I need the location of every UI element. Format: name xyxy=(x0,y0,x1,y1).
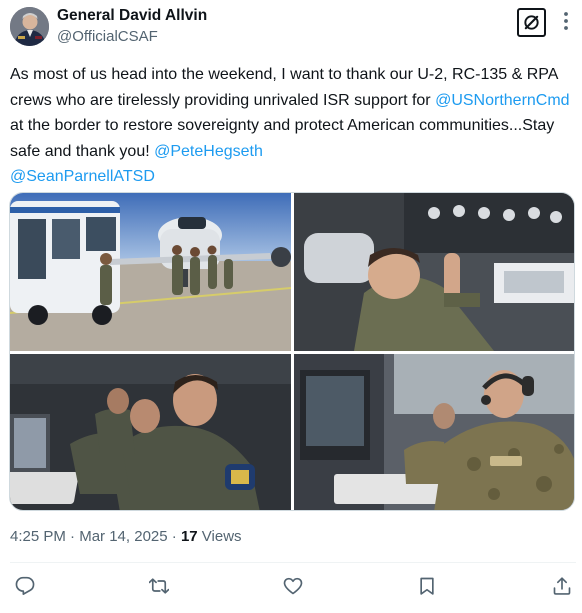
retweet-icon xyxy=(149,578,169,594)
photo-isr-operators[interactable] xyxy=(10,354,291,510)
tweet-time[interactable]: 4:25 PM xyxy=(10,528,66,545)
retweet-button[interactable] xyxy=(148,575,170,597)
share-icon xyxy=(553,577,571,595)
views-count: 17 xyxy=(180,528,198,545)
meta-separator: · xyxy=(167,528,181,545)
mention-seanparnellatsd[interactable]: @SeanParnellATSD xyxy=(10,168,155,185)
mention-petehegseth[interactable]: @PeteHegseth xyxy=(154,143,263,160)
more-vertical-icon xyxy=(564,12,568,30)
views-label: Views xyxy=(197,528,242,545)
tweet-text-part: at the border to restore sovereignty and… xyxy=(10,117,555,160)
heart-icon xyxy=(283,577,303,595)
reply-button[interactable] xyxy=(14,575,36,597)
photo-isr-operators-icon xyxy=(10,354,291,510)
author-name[interactable]: General David Allvin xyxy=(57,7,207,25)
photo-cockpit-crew[interactable] xyxy=(294,193,574,351)
like-button[interactable] xyxy=(282,575,304,597)
media-grid xyxy=(9,192,575,511)
tweet-meta: 4:25 PM · Mar 14, 2025 · 17 Views xyxy=(10,528,242,545)
reply-icon xyxy=(15,576,35,595)
meta-separator: · xyxy=(65,528,80,545)
bookmark-button[interactable] xyxy=(416,575,438,597)
photo-console-operators-icon xyxy=(294,354,574,510)
more-options-button[interactable] xyxy=(556,9,576,33)
photo-console-operators[interactable] xyxy=(294,354,574,510)
divider xyxy=(10,562,576,563)
grok-button[interactable] xyxy=(517,8,546,37)
tweet-date[interactable]: Mar 14, 2025 xyxy=(79,528,167,545)
photo-cockpit-crew-icon xyxy=(294,193,574,351)
tweet-card: General David Allvin @OfficialCSAF As mo… xyxy=(0,0,582,613)
tweet-text: As most of us head into the weekend, I w… xyxy=(10,62,576,190)
grok-icon xyxy=(524,15,539,30)
avatar[interactable] xyxy=(10,7,49,46)
bookmark-icon xyxy=(420,577,434,595)
avatar-portrait-icon xyxy=(10,7,49,46)
photo-aircraft-ramp[interactable] xyxy=(10,193,291,351)
share-button[interactable] xyxy=(551,575,573,597)
author-handle[interactable]: @OfficialCSAF xyxy=(57,28,158,45)
mention-usnortherncmd[interactable]: @USNorthernCmd xyxy=(435,92,570,109)
photo-aircraft-ramp-icon xyxy=(10,193,291,351)
